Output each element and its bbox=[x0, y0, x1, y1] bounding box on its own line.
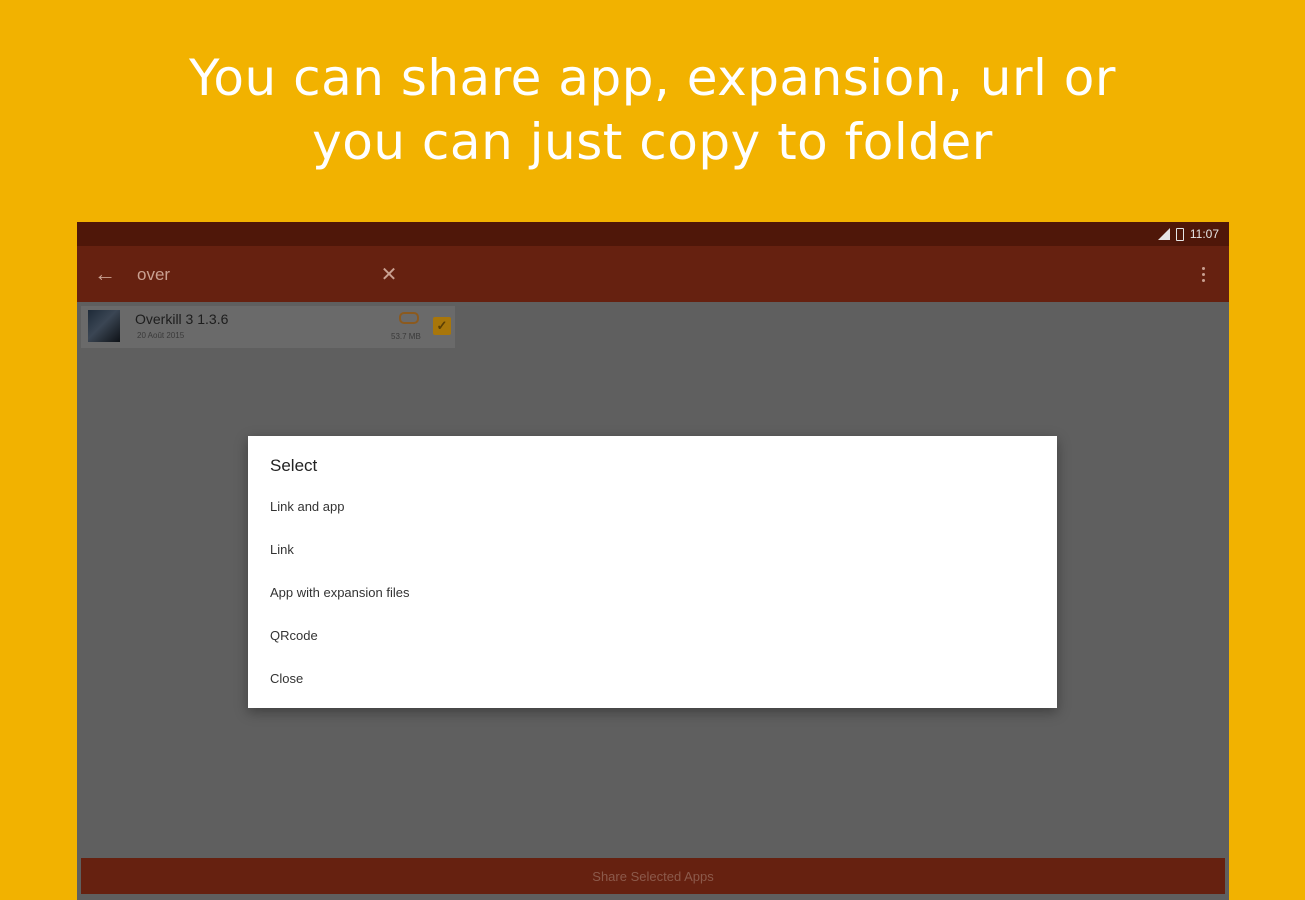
promo-headline: You can share app, expansion, url or you… bbox=[0, 46, 1305, 174]
status-icons: 11:07 bbox=[1157, 225, 1219, 243]
share-selected-apps-button[interactable]: Share Selected Apps bbox=[81, 858, 1225, 894]
device-screen: 11:07 ← ✕ Overkill 3 1.3.6 20 Août 2015 … bbox=[77, 222, 1229, 900]
search-toolbar: ← ✕ bbox=[77, 246, 1229, 302]
app-icon bbox=[88, 310, 120, 342]
app-date: 20 Août 2015 bbox=[137, 331, 185, 340]
app-name: Overkill 3 1.3.6 bbox=[135, 311, 229, 327]
signal-icon bbox=[1157, 228, 1170, 240]
search-input[interactable] bbox=[135, 260, 379, 290]
option-link-and-app[interactable]: Link and app bbox=[248, 485, 1057, 528]
status-time: 11:07 bbox=[1189, 227, 1219, 241]
option-close[interactable]: Close bbox=[248, 657, 1057, 700]
dialog-title: Select bbox=[270, 456, 318, 475]
app-list-item[interactable]: Overkill 3 1.3.6 20 Août 2015 53.7 MB ✓ bbox=[81, 306, 455, 348]
headline-line-1: You can share app, expansion, url or bbox=[189, 49, 1116, 107]
close-icon[interactable]: ✕ bbox=[375, 260, 403, 288]
status-bar: 11:07 bbox=[77, 222, 1229, 246]
arrow-left-icon[interactable]: ← bbox=[91, 260, 119, 288]
option-app-with-expansion[interactable]: App with expansion files bbox=[248, 571, 1057, 614]
battery-icon bbox=[1175, 227, 1184, 241]
more-vert-icon[interactable] bbox=[1191, 262, 1215, 286]
app-size: 53.7 MB bbox=[391, 332, 421, 341]
app-checkbox[interactable]: ✓ bbox=[433, 317, 451, 335]
option-link[interactable]: Link bbox=[248, 528, 1057, 571]
select-dialog: Select Link and app Link App with expans… bbox=[248, 436, 1057, 708]
headline-line-2: you can just copy to folder bbox=[312, 113, 993, 171]
link-icon bbox=[399, 312, 419, 324]
share-button-label: Share Selected Apps bbox=[592, 868, 714, 884]
option-qrcode[interactable]: QRcode bbox=[248, 614, 1057, 657]
